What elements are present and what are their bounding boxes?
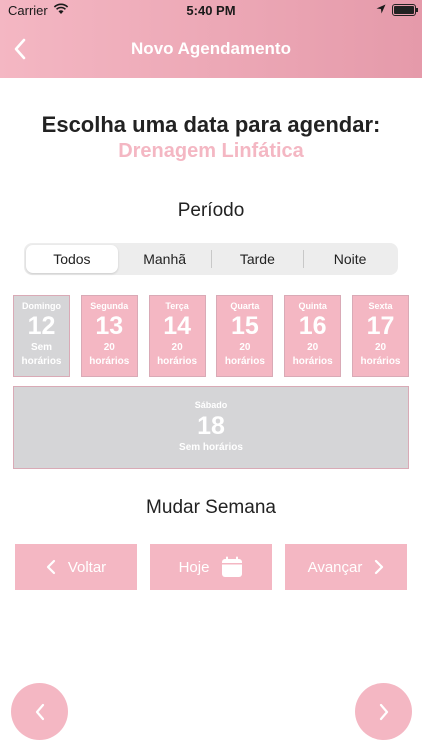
day-number: 14 — [163, 312, 191, 340]
period-option-noite[interactable]: Noite — [304, 245, 396, 273]
next-week-label: Avançar — [307, 558, 363, 576]
period-option-tarde[interactable]: Tarde — [212, 245, 304, 273]
day-availability-unit: horários — [224, 356, 265, 367]
day-availability: 20 — [103, 342, 115, 353]
day-name: Sábado — [194, 400, 228, 410]
next-week-button[interactable]: Avançar — [285, 544, 407, 590]
previous-week-button[interactable]: Voltar — [15, 544, 137, 590]
previous-step-button[interactable] — [11, 683, 68, 740]
day-availability-unit: horários — [21, 356, 62, 367]
previous-week-label: Voltar — [67, 558, 107, 576]
day-number: 18 — [197, 412, 225, 440]
clock: 5:40 PM — [186, 3, 236, 18]
period-segmented-control: Todos Manhã Tarde Noite — [24, 243, 398, 275]
day-availability: 20 — [239, 342, 251, 353]
day-availability: 20 — [171, 342, 183, 353]
page-title: Novo Agendamento — [131, 39, 291, 58]
day-availability: 20 — [307, 342, 319, 353]
period-option-todos[interactable]: Todos — [26, 245, 118, 273]
day-availability: Sem horários — [179, 442, 243, 453]
day-availability: Sem — [30, 342, 53, 353]
today-label: Hoje — [178, 558, 210, 576]
period-option-manha[interactable]: Manhã — [119, 245, 211, 273]
chevron-left-icon — [46, 559, 55, 575]
day-card-sabado[interactable]: Sábado 18 Sem horários — [13, 386, 409, 469]
change-week-label: Mudar Semana — [146, 497, 276, 518]
day-availability-unit: horários — [89, 356, 130, 367]
calendar-icon — [222, 556, 243, 577]
next-step-button[interactable] — [355, 683, 412, 740]
day-availability: 20 — [374, 342, 387, 353]
day-number: 13 — [95, 312, 124, 340]
day-number: 15 — [230, 312, 259, 340]
period-label: Período — [177, 200, 245, 221]
day-availability-unit: horários — [360, 356, 401, 367]
day-card-domingo[interactable]: Domingo 12 Sem horários — [13, 295, 70, 377]
day-availability-unit: horários — [157, 356, 198, 367]
day-number: 12 — [27, 312, 56, 340]
day-name: Sexta — [368, 301, 393, 311]
week-days-row: Domingo 12 Sem horários Segunda 13 20 ho… — [13, 295, 409, 377]
day-number: 17 — [366, 312, 395, 340]
day-card-sexta[interactable]: Sexta 17 20 horários — [352, 295, 409, 377]
today-button[interactable]: Hoje — [150, 544, 272, 590]
day-card-quinta[interactable]: Quinta 16 20 horários — [284, 295, 342, 377]
day-name: Domingo — [22, 301, 61, 311]
service-name: Drenagem Linfática — [118, 140, 304, 162]
location-arrow-icon — [376, 4, 386, 14]
choose-date-heading: Escolha uma data para agendar: — [41, 112, 381, 137]
day-card-terca[interactable]: Terça 14 20 horários — [148, 295, 206, 377]
day-card-segunda[interactable]: Segunda 13 20 horários — [80, 295, 138, 377]
day-name: Quinta — [298, 301, 327, 311]
battery-icon — [392, 4, 418, 16]
chevron-right-icon — [375, 559, 384, 575]
chevron-left-icon — [35, 703, 44, 720]
day-name: Terça — [165, 301, 189, 311]
day-card-quarta[interactable]: Quarta 15 20 horários — [216, 295, 274, 377]
day-name: Quarta — [230, 301, 260, 311]
chevron-right-icon — [379, 703, 388, 720]
status-bar: Carrier 5:40 PM — [0, 0, 422, 22]
day-name: Segunda — [90, 301, 129, 311]
day-availability-unit: horários — [292, 356, 333, 367]
navigation-header: Carrier 5:40 PM Novo Agendamento — [0, 0, 422, 78]
day-number: 16 — [298, 312, 327, 340]
